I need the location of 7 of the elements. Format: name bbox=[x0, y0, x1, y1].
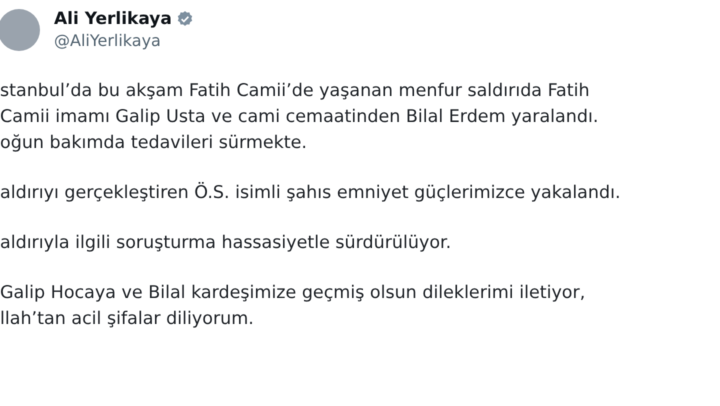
author-name[interactable]: Ali Yerlikaya bbox=[54, 8, 172, 30]
tweet-paragraph: stanbul’da bu akşam Fatih Camii’de yaşanan menfur saldırıda Fatih Camii imamı Galip Usta ve cami cemaatinden Bilal Erdem yaralandı. oğun bakımda tedavileri sürmekte. bbox=[0, 80, 600, 155]
author-handle[interactable]: @AliYerlikaya bbox=[54, 30, 194, 52]
avatar[interactable] bbox=[0, 9, 40, 51]
tweet-paragraph: aldırıyla ilgili soruşturma hassasiyetle sürdürülüyor. bbox=[0, 232, 452, 255]
tweet-paragraph: aldırıyı gerçekleştiren Ö.S. isimli şahıs emniyet güçlerimizce yakalandı. bbox=[0, 181, 622, 205]
tweet-paragraph: Galip Hocaya ve Bilal kardeşimize geçmiş olsun dileklerimi iletiyor, llah’tan acil şifalar diliyorum. bbox=[0, 282, 586, 331]
